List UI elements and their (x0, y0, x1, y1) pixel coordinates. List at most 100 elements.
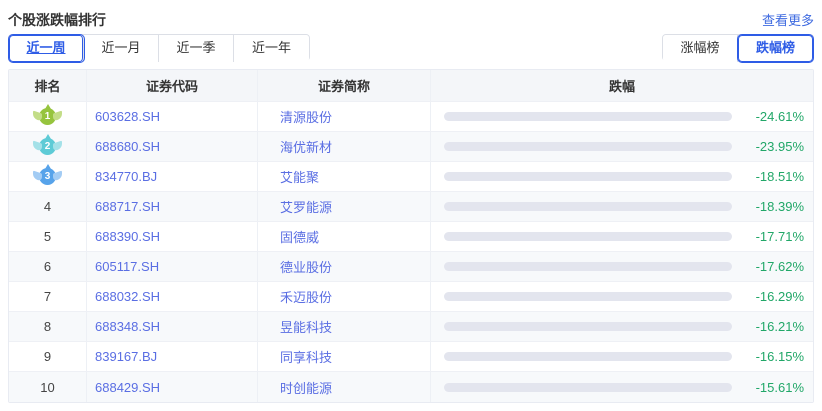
stock-name-link[interactable]: 海优新材 (280, 137, 332, 156)
change-cell: -18.39% (431, 192, 813, 221)
stock-name-link[interactable]: 禾迈股份 (280, 287, 332, 306)
code-cell: 603628.SH (87, 102, 258, 131)
tab-label: 近一年 (252, 40, 291, 55)
name-cell: 昱能科技 (258, 312, 431, 341)
name-cell: 德业股份 (258, 252, 431, 281)
stock-name-link[interactable]: 艾能聚 (280, 167, 319, 186)
tab-label: 跌幅榜 (756, 40, 795, 55)
change-percent-value: -16.29% (732, 289, 804, 304)
stock-name-link[interactable]: 固德威 (280, 227, 319, 246)
table-row: 10 688429.SH 时创能源 -15.61% (9, 372, 813, 402)
stock-code-link[interactable]: 688348.SH (95, 319, 160, 334)
code-cell: 688032.SH (87, 282, 258, 311)
widget-header: 个股涨跌幅排行 查看更多 (8, 8, 814, 32)
change-cell: -16.15% (431, 342, 813, 371)
stock-code-link[interactable]: 688680.SH (95, 139, 160, 154)
stock-name-link[interactable]: 同享科技 (280, 347, 332, 366)
change-bar-track (444, 172, 732, 181)
stock-name-link[interactable]: 时创能源 (280, 378, 332, 397)
column-header-name: 证券简称 (258, 70, 431, 101)
widget-title: 个股涨跌幅排行 (8, 8, 106, 30)
change-percent-value: -18.51% (732, 169, 804, 184)
rank-cell: 1 (9, 102, 87, 131)
change-bar-track (444, 322, 732, 331)
stock-name-link[interactable]: 昱能科技 (280, 317, 332, 336)
medal-rank-3-icon: 3 (39, 168, 56, 185)
stock-code-link[interactable]: 839167.BJ (95, 349, 157, 364)
rank-number: 10 (40, 380, 54, 395)
table-row: 2 688680.SH 海优新材 -23.95% (9, 132, 813, 162)
change-percent-value: -23.95% (732, 139, 804, 154)
code-cell: 688680.SH (87, 132, 258, 161)
stock-code-link[interactable]: 688032.SH (95, 289, 160, 304)
code-cell: 834770.BJ (87, 162, 258, 191)
stock-code-link[interactable]: 688429.SH (95, 380, 160, 395)
rank-cell: 2 (9, 132, 87, 161)
table-row: 8 688348.SH 昱能科技 -16.21% (9, 312, 813, 342)
stock-code-link[interactable]: 603628.SH (95, 109, 160, 124)
rank-number: 9 (44, 349, 51, 364)
rank-number: 7 (44, 289, 51, 304)
change-cell: -15.61% (431, 372, 813, 402)
change-cell: -17.71% (431, 222, 813, 251)
medal-crown-icon (45, 104, 51, 109)
table-body: 1 603628.SH 清源股份 -24.61% 2 688680.SH 海优新… (9, 102, 813, 402)
stock-ranking-widget: 个股涨跌幅排行 查看更多 近一周 近一月 近一季 近一年 涨幅榜 跌幅榜 排名 证券代码… (0, 0, 822, 411)
medal-crown-icon (45, 134, 51, 139)
table-row: 1 603628.SH 清源股份 -24.61% (9, 102, 813, 132)
rank-cell: 9 (9, 342, 87, 371)
rank-number: 4 (44, 199, 51, 214)
name-cell: 时创能源 (258, 372, 431, 402)
table-row: 9 839167.BJ 同享科技 -16.15% (9, 342, 813, 372)
stock-name-link[interactable]: 艾罗能源 (280, 197, 332, 216)
stock-name-link[interactable]: 清源股份 (280, 107, 332, 126)
tab-label: 近一月 (101, 40, 140, 55)
change-bar-track (444, 292, 732, 301)
stock-code-link[interactable]: 834770.BJ (95, 169, 157, 184)
code-cell: 839167.BJ (87, 342, 258, 371)
period-tab-group: 近一周 近一月 近一季 近一年 (8, 34, 310, 61)
change-cell: -16.29% (431, 282, 813, 311)
name-cell: 海优新材 (258, 132, 431, 161)
change-cell: -24.61% (431, 102, 813, 131)
code-cell: 605117.SH (87, 252, 258, 281)
period-tab-近一年[interactable]: 近一年 (234, 35, 309, 62)
name-cell: 同享科技 (258, 342, 431, 371)
table-row: 6 605117.SH 德业股份 -17.62% (9, 252, 813, 282)
medal-crown-icon (45, 164, 51, 169)
medal-rank-1-icon: 1 (39, 108, 56, 125)
column-header-code: 证券代码 (87, 70, 258, 101)
table-row: 4 688717.SH 艾罗能源 -18.39% (9, 192, 813, 222)
code-cell: 688348.SH (87, 312, 258, 341)
medal-rank-2-icon: 2 (39, 138, 56, 155)
change-bar-track (444, 262, 732, 271)
change-percent-value: -16.15% (732, 349, 804, 364)
change-bar-track (444, 232, 732, 241)
rank-cell: 6 (9, 252, 87, 281)
board-tab-跌幅榜[interactable]: 跌幅榜 (738, 35, 813, 62)
change-percent-value: -17.62% (732, 259, 804, 274)
view-more-link[interactable]: 查看更多 (762, 8, 814, 29)
stock-code-link[interactable]: 688717.SH (95, 199, 160, 214)
name-cell: 固德威 (258, 222, 431, 251)
rank-cell: 8 (9, 312, 87, 341)
stock-code-link[interactable]: 605117.SH (95, 259, 159, 274)
stock-name-link[interactable]: 德业股份 (280, 257, 332, 276)
board-tab-涨幅榜[interactable]: 涨幅榜 (663, 35, 738, 62)
name-cell: 艾罗能源 (258, 192, 431, 221)
period-tab-近一季[interactable]: 近一季 (159, 35, 234, 62)
rank-cell: 5 (9, 222, 87, 251)
tab-label: 近一季 (176, 40, 215, 55)
change-percent-value: -15.61% (732, 380, 804, 395)
column-header-rank: 排名 (9, 70, 87, 101)
change-cell: -18.51% (431, 162, 813, 191)
change-cell: -17.62% (431, 252, 813, 281)
stock-code-link[interactable]: 688390.SH (95, 229, 160, 244)
period-tab-近一周[interactable]: 近一周 (9, 35, 84, 62)
change-bar-track (444, 112, 732, 121)
ranking-table: 排名 证券代码 证券简称 跌幅 1 603628.SH 清源股份 -24.61%… (8, 69, 814, 403)
table-row: 3 834770.BJ 艾能聚 -18.51% (9, 162, 813, 192)
period-tab-近一月[interactable]: 近一月 (84, 35, 159, 62)
table-row: 5 688390.SH 固德威 -17.71% (9, 222, 813, 252)
code-cell: 688429.SH (87, 372, 258, 402)
